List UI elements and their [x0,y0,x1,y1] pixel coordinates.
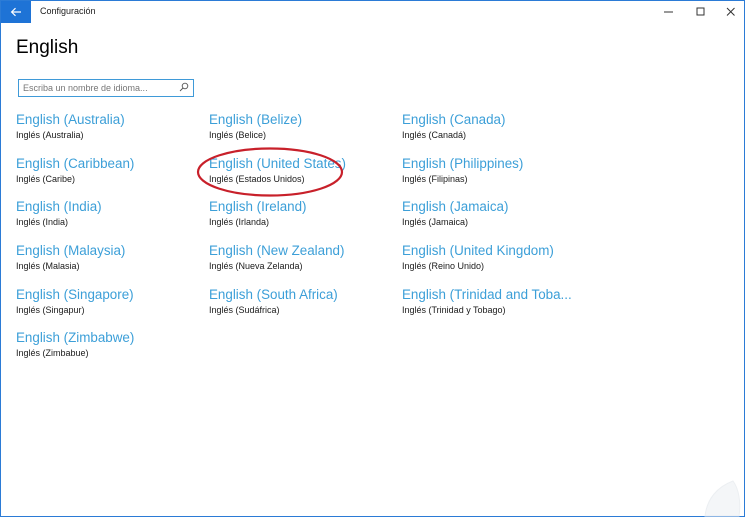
language-local-name: Inglés (Malasia) [16,261,80,271]
language-local-name: Inglés (Belice) [209,130,267,140]
language-item-english-india[interactable]: English (India) Inglés (India) [16,199,102,228]
language-local-name: Inglés (Zimbabue) [16,348,89,358]
close-icon [726,7,735,16]
language-search-box[interactable] [18,79,194,97]
language-item-english-caribbean[interactable]: English (Caribbean) Inglés (Caribe) [16,156,134,185]
language-search-input[interactable] [23,81,173,95]
language-item-english-jamaica[interactable]: English (Jamaica) Inglés (Jamaica) [402,199,508,228]
minimize-icon [664,11,673,13]
language-item-english-singapore[interactable]: English (Singapore) Inglés (Singapur) [16,287,134,316]
settings-window: Configuración English English (Australia… [0,0,745,517]
language-item-english-united-kingdom[interactable]: English (United Kingdom) Inglés (Reino U… [402,243,554,272]
language-item-english-philippines[interactable]: English (Philippines) Inglés (Filipinas) [402,156,523,185]
language-name: English (Jamaica) [402,199,509,214]
language-name: English (Singapore) [16,287,134,302]
language-local-name: Inglés (Singapur) [16,305,85,315]
language-local-name: Inglés (Caribe) [16,174,76,184]
language-name: English (Belize) [209,112,303,127]
close-button[interactable] [714,1,745,23]
language-local-name: Inglés (Jamaica) [402,217,469,227]
language-local-name: Inglés (Australia) [16,130,84,140]
language-local-name: Inglés (Canadá) [402,130,467,140]
language-name: English (Canada) [402,112,506,127]
corner-decoration [704,480,741,517]
language-local-name: Inglés (Reino Unido) [402,261,485,271]
language-item-english-ireland[interactable]: English (Ireland) Inglés (Irlanda) [209,199,307,228]
maximize-icon [696,7,705,16]
language-name: English (New Zealand) [209,243,345,258]
language-name: English (Trinidad and Toba... [402,287,572,302]
back-button[interactable] [1,1,31,23]
language-item-english-trinidad-tobago[interactable]: English (Trinidad and Toba... Inglés (Tr… [402,287,572,316]
maximize-button[interactable] [684,1,718,23]
language-name: English (South Africa) [209,287,338,302]
language-local-name: Inglés (India) [16,217,69,227]
language-name: English (Australia) [16,112,125,127]
language-local-name: Inglés (Trinidad y Tobago) [402,305,506,315]
window-title: Configuración [40,6,96,16]
language-name: English (India) [16,199,102,214]
search-icon[interactable] [179,82,189,92]
language-local-name: Inglés (Filipinas) [402,174,468,184]
language-item-english-malaysia[interactable]: English (Malaysia) Inglés (Malasia) [16,243,125,272]
language-local-name: Inglés (Nueva Zelanda) [209,261,303,271]
language-name: English (United Kingdom) [402,243,554,258]
language-name: English (Caribbean) [16,156,135,171]
language-name: English (Philippines) [402,156,524,171]
language-name: English (Zimbabwe) [16,330,135,345]
language-item-english-zimbabwe[interactable]: English (Zimbabwe) Inglés (Zimbabue) [16,330,134,359]
language-item-english-australia[interactable]: English (Australia) Inglés (Australia) [16,112,125,141]
page-title: English [16,37,79,58]
language-item-english-new-zealand[interactable]: English (New Zealand) Inglés (Nueva Zela… [209,243,344,272]
minimize-button[interactable] [652,1,686,23]
arrow-left-icon [10,7,21,17]
language-local-name: Inglés (Sudáfrica) [209,305,280,315]
language-item-english-canada[interactable]: English (Canada) Inglés (Canadá) [402,112,505,141]
language-name: English (United States) [209,156,346,171]
language-local-name: Inglés (Irlanda) [209,217,270,227]
language-local-name: Inglés (Estados Unidos) [209,174,305,184]
language-item-english-south-africa[interactable]: English (South Africa) Inglés (Sudáfrica… [209,287,338,316]
language-name: English (Malaysia) [16,243,126,258]
language-item-english-belize[interactable]: English (Belize) Inglés (Belice) [209,112,302,141]
language-name: English (Ireland) [209,199,307,214]
title-bar: Configuración [1,1,744,23]
language-item-english-united-states[interactable]: English (United States) Inglés (Estados … [209,156,346,185]
